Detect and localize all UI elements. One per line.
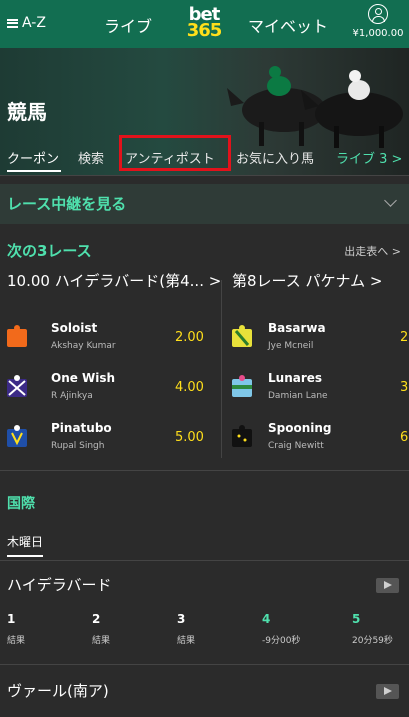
- runner-name: Pinatubo: [51, 421, 112, 435]
- meeting-name[interactable]: ヴァール(南ア): [7, 680, 109, 701]
- jockey-silk-icon: [7, 375, 27, 397]
- runner-odds[interactable]: 2: [400, 330, 408, 345]
- racehorses-image: [227, 66, 403, 148]
- a-z-menu-button[interactable]: A-Z: [7, 15, 46, 31]
- race-number[interactable]: 1: [7, 612, 15, 626]
- race-countdown: -9分00秒: [262, 636, 301, 646]
- sport-tabs: クーポン 検索 アンティポスト お気に入り馬 ライブ 3 >: [0, 135, 409, 175]
- race-title-link[interactable]: 第8レース パケナム >: [232, 270, 409, 291]
- antepost-highlight-box: [119, 135, 231, 171]
- jockey-silk-icon: [232, 375, 252, 397]
- jockey-name: Craig Newitt: [268, 441, 324, 451]
- jockey-silk-icon: [7, 425, 27, 447]
- race-title-link[interactable]: 10.00 ハイデラバード(第4... >: [7, 270, 221, 291]
- runner-name: Basarwa: [268, 321, 326, 335]
- nav-mybets-link[interactable]: マイベット: [248, 13, 328, 37]
- chevron-down-icon: [384, 194, 397, 207]
- runner-row[interactable]: Pinatubo Rupal Singh 5.00: [7, 421, 217, 463]
- runner-row[interactable]: Lunares Damian Lane 3: [232, 371, 409, 413]
- runner-odds[interactable]: 4.00: [175, 380, 204, 395]
- nav-live-link[interactable]: ライブ: [104, 13, 152, 37]
- runner-row[interactable]: Spooning Craig Newitt 6: [232, 421, 409, 463]
- jockey-name: Akshay Kumar: [51, 341, 116, 351]
- divider: [0, 560, 409, 561]
- watch-live-stream-row[interactable]: レース中継を見る: [0, 184, 409, 224]
- runner-name: Lunares: [268, 371, 323, 385]
- hamburger-icon: [7, 18, 18, 28]
- tab-live[interactable]: ライブ 3 >: [336, 148, 402, 167]
- next-races-heading: 次の3レース: [7, 242, 92, 260]
- jockey-silk-icon: [232, 425, 252, 447]
- jockey-name: R Ajinkya: [51, 391, 93, 401]
- jockey-name: Jye Mcneil: [268, 341, 314, 351]
- watch-live-stream-label: レース中継を見る: [7, 195, 127, 213]
- jockey-silk-icon: [7, 325, 27, 347]
- day-tab-thursday[interactable]: 木曜日: [7, 533, 44, 557]
- runner-name: Spooning: [268, 421, 332, 435]
- race-card: 10.00 ハイデラバード(第4... > Soloist Akshay Kum…: [7, 270, 221, 463]
- international-heading: 国際: [7, 496, 35, 512]
- race-number[interactable]: 4: [262, 612, 270, 626]
- account-button[interactable]: ¥1,000.00: [350, 4, 406, 39]
- race-countdown: 20分59秒: [352, 636, 393, 646]
- runner-odds[interactable]: 3: [400, 380, 408, 395]
- tab-coupon[interactable]: クーポン: [7, 148, 62, 172]
- user-icon: [368, 4, 388, 24]
- runner-name: One Wish: [51, 371, 116, 385]
- play-video-icon[interactable]: [376, 578, 399, 593]
- a-z-label: A-Z: [22, 15, 46, 31]
- logo-bottom-text: 365: [186, 20, 223, 41]
- race-number[interactable]: 5: [352, 612, 360, 626]
- tab-search[interactable]: 検索: [78, 148, 104, 167]
- divider: [0, 664, 409, 665]
- play-video-icon[interactable]: [376, 684, 399, 699]
- column-divider: [221, 280, 222, 458]
- racecard-link[interactable]: 出走表へ >: [344, 243, 401, 259]
- race-number[interactable]: 2: [92, 612, 100, 626]
- top-nav-bar: A-Z ライブ bet 365 マイベット ¥1,000.00: [0, 0, 409, 48]
- divider: [0, 175, 409, 176]
- tab-favourite-horses[interactable]: お気に入り馬: [236, 148, 314, 167]
- runner-odds[interactable]: 6: [400, 430, 408, 445]
- page-title: 競馬: [7, 100, 47, 124]
- runner-row[interactable]: One Wish R Ajinkya 4.00: [7, 371, 217, 413]
- runner-row[interactable]: Basarwa Jye Mcneil 2: [232, 321, 409, 363]
- jockey-name: Damian Lane: [268, 391, 328, 401]
- race-status: 結果: [7, 636, 26, 646]
- race-status: 結果: [177, 636, 196, 646]
- runner-odds[interactable]: 5.00: [175, 430, 204, 445]
- runner-row[interactable]: Soloist Akshay Kumar 2.00: [7, 321, 217, 363]
- race-number[interactable]: 3: [177, 612, 185, 626]
- account-balance: ¥1,000.00: [352, 28, 404, 39]
- runner-odds[interactable]: 2.00: [175, 330, 204, 345]
- bet365-logo[interactable]: bet 365: [185, 6, 223, 40]
- runner-name: Soloist: [51, 321, 98, 335]
- jockey-name: Rupal Singh: [51, 441, 105, 451]
- meeting-name[interactable]: ハイデラバード: [7, 574, 112, 595]
- race-card: 第8レース パケナム > Basarwa Jye Mcneil 2 Lunare…: [232, 270, 409, 460]
- divider: [0, 470, 409, 471]
- race-status: 結果: [92, 636, 111, 646]
- jockey-silk-icon: [232, 325, 252, 347]
- sport-hero-banner: 競馬 クーポン 検索 アンティポスト お気に入り馬 ライブ 3 >: [0, 48, 409, 175]
